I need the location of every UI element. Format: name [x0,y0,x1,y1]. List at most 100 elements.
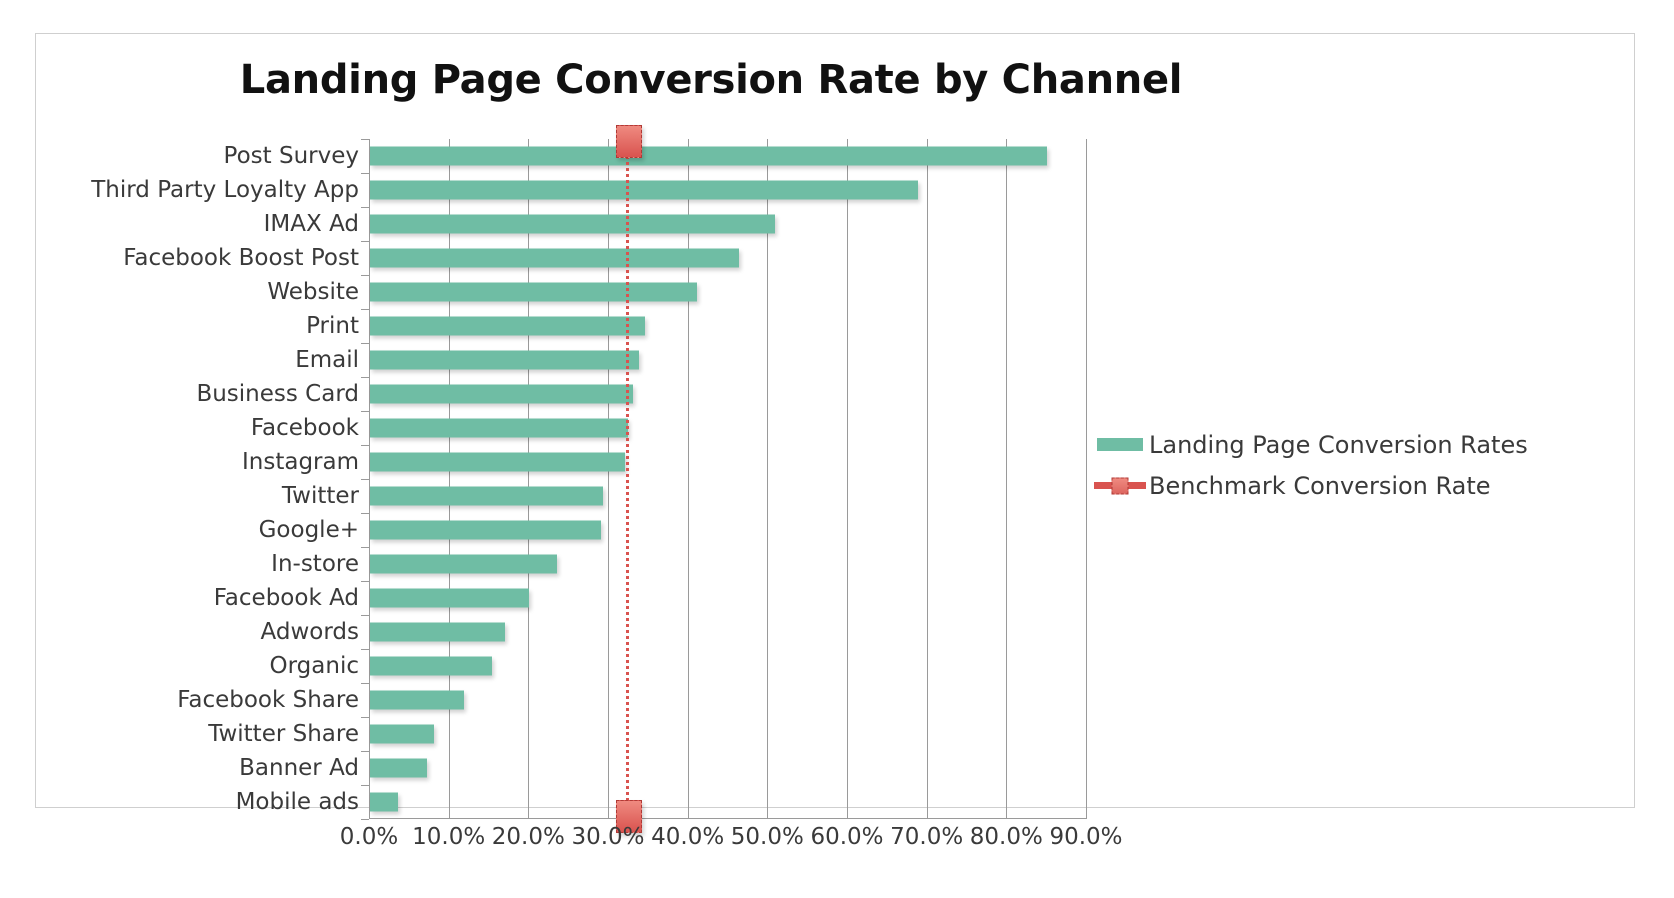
x-axis-tick-label: 30.0% [571,824,645,850]
bar[interactable] [370,418,629,438]
benchmark-reference-line [615,124,642,834]
bar[interactable] [370,588,530,608]
y-axis-tick [361,717,369,718]
y-axis-tick [361,819,369,820]
y-axis-label: Twitter [281,483,359,509]
y-axis-label: Third Party Loyalty App [91,177,359,203]
gridline-90 [1086,139,1087,819]
y-axis-label: Post Survey [223,143,359,169]
y-axis-label: Mobile ads [235,789,359,815]
bar-row [370,309,1086,343]
bar-row [370,275,1086,309]
bar-row [370,377,1086,411]
bar[interactable] [370,486,604,506]
benchmark-marker-top [615,124,642,158]
y-axis-tick [361,207,369,208]
bar[interactable] [370,690,464,710]
bar-row [370,411,1086,445]
y-axis-tick [361,411,369,412]
bar-row [370,241,1086,275]
bar[interactable] [370,316,645,336]
y-axis-label: Google+ [258,517,359,543]
legend-item-benchmark-conversion-rate: Benchmark Conversion Rate [1091,465,1561,506]
y-axis-tick [361,683,369,684]
y-axis-label: Website [267,279,359,305]
y-axis-tick [361,479,369,480]
legend-label-series-2: Benchmark Conversion Rate [1149,471,1491,500]
bar[interactable] [370,724,434,744]
bar[interactable] [370,214,775,234]
bar-row [370,139,1086,173]
y-axis-label: Twitter Share [208,721,359,747]
y-axis-label: Instagram [241,449,359,475]
legend-label-series-1: Landing Page Conversion Rates [1149,430,1528,459]
bar[interactable] [370,792,398,812]
bar[interactable] [370,384,633,404]
x-axis-tick-label: 90.0% [1049,824,1123,850]
y-axis-label: In-store [271,551,359,577]
y-axis-tick [361,615,369,616]
bar-row [370,649,1086,683]
x-axis-tick-label: 0.0% [339,824,399,850]
y-axis-tick [361,173,369,174]
bar-row [370,479,1086,513]
bar[interactable] [370,554,558,574]
bar-row [370,785,1086,819]
y-axis-tick [361,139,369,140]
y-axis-tick [361,275,369,276]
bar-row [370,513,1086,547]
x-axis-tick-label: 20.0% [491,824,565,850]
x-axis-tick-label: 10.0% [412,824,486,850]
y-axis-label: Banner Ad [239,755,359,781]
bar[interactable] [370,452,625,472]
y-axis-label: Print [306,313,359,339]
y-axis-tick [361,445,369,446]
y-axis-label: Facebook [250,415,359,441]
y-axis-tick [361,649,369,650]
bar-row [370,207,1086,241]
y-axis-label: Organic [269,653,359,679]
bar[interactable] [370,146,1048,166]
bar-row [370,581,1086,615]
x-axis-tick-label: 40.0% [651,824,725,850]
chart-legend: Landing Page Conversion Rates Benchmark … [1091,424,1561,506]
chart-container: Landing Page Conversion Rate by Channel … [35,33,1635,850]
legend-swatch-line-marker-icon [1091,471,1149,501]
y-axis-tick [361,751,369,752]
y-axis-label: Adwords [260,619,359,645]
bar-row [370,173,1086,207]
bar-row [370,445,1086,479]
y-axis-tick [361,343,369,344]
y-axis-tick [361,377,369,378]
bar-row [370,615,1086,649]
bar[interactable] [370,350,640,370]
y-axis-label: Facebook Ad [213,585,359,611]
chart-screenshot: Landing Page Conversion Rate by Channel … [0,0,1674,898]
bar[interactable] [370,282,697,302]
y-axis-label: Facebook Share [177,687,359,713]
bar[interactable] [370,656,492,676]
y-axis-label: Business Card [196,381,359,407]
bar-series [370,139,1086,819]
y-axis-label: IMAX Ad [263,211,359,237]
bar[interactable] [370,520,602,540]
chart-title: Landing Page Conversion Rate by Channel [239,57,1183,103]
y-axis-tick [361,241,369,242]
bar[interactable] [370,248,739,268]
y-axis-category-labels: Post Survey Third Party Loyalty App IMAX A… [81,139,364,819]
x-axis-tick-label: 60.0% [810,824,884,850]
bar[interactable] [370,622,506,642]
y-axis-label: Facebook Boost Post [123,245,359,271]
y-axis-tick [361,785,369,786]
plot-area [361,124,1087,834]
bar[interactable] [370,180,919,200]
y-axis-tick [361,309,369,310]
x-axis-tick-label: 80.0% [969,824,1043,850]
bar[interactable] [370,758,428,778]
x-axis-tick-labels: 0.0% 10.0% 20.0% 30.0% 40.0% 50.0% 60.0% 70.0% 8… [340,824,1129,864]
x-axis-tick-label: 70.0% [890,824,964,850]
legend-item-landing-page-conversion-rates: Landing Page Conversion Rates [1091,424,1561,465]
bar-row [370,547,1086,581]
y-axis-tick [361,547,369,548]
bar-row [370,717,1086,751]
